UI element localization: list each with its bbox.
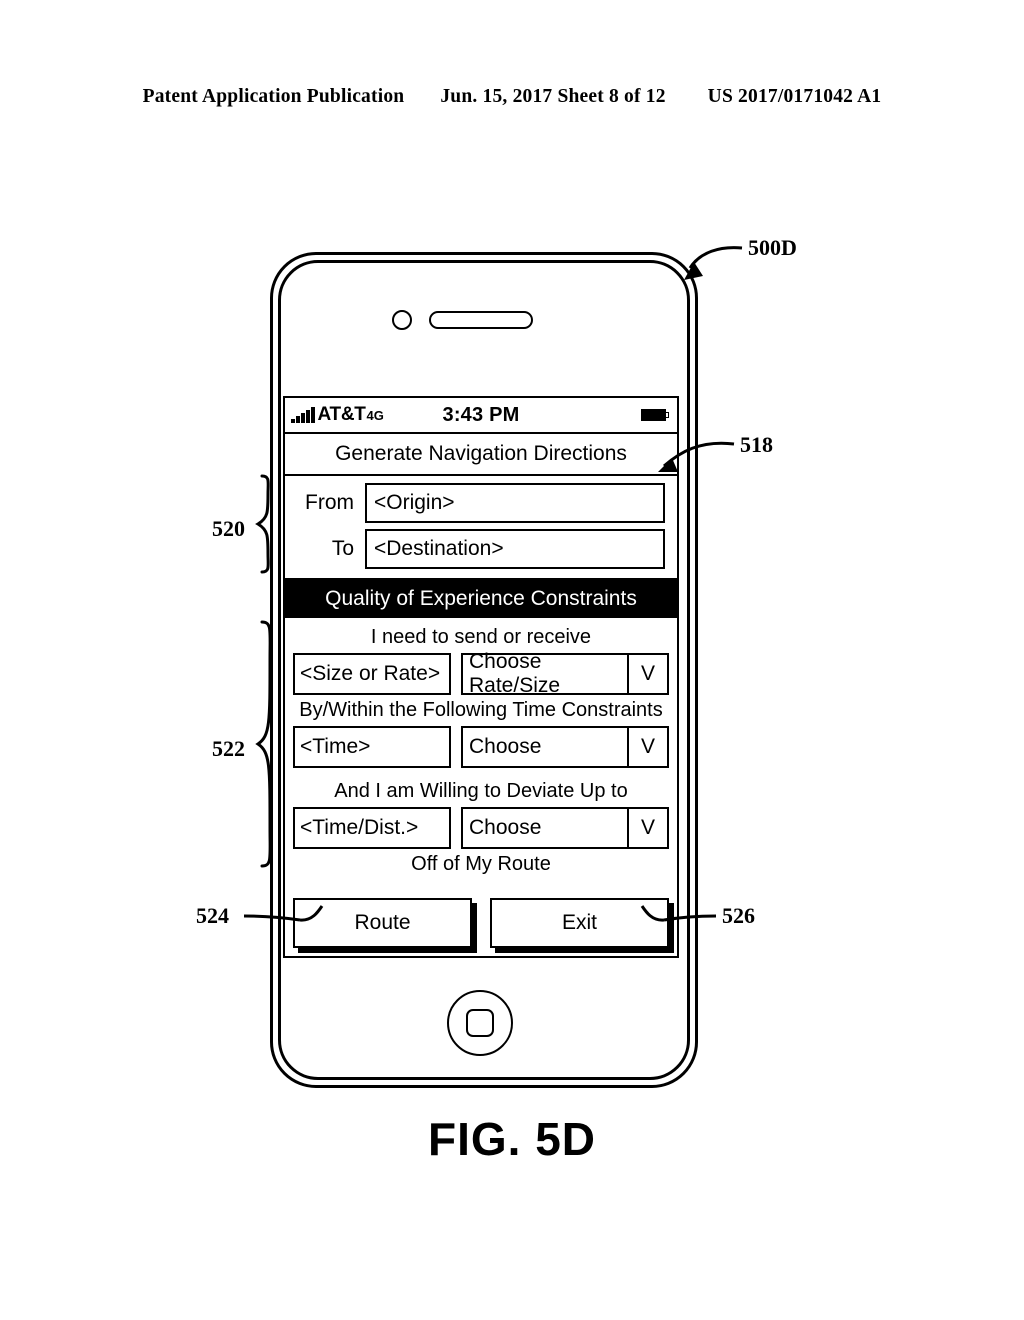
destination-input[interactable]: <Destination> xyxy=(365,529,665,569)
time-select-label: Choose xyxy=(469,735,542,758)
rate-size-select-label: Choose Rate/Size xyxy=(469,650,561,697)
publication-title: Patent Application Publication xyxy=(142,86,405,107)
to-row: To <Destination> xyxy=(293,528,665,570)
publication-header: Patent Application Publication Jun. 15, … xyxy=(0,86,1024,108)
time-row: <Time> Choose V xyxy=(293,726,669,768)
app-title-bar: Generate Navigation Directions xyxy=(285,434,677,476)
ref-524: 524 xyxy=(196,903,229,928)
from-label: From xyxy=(305,491,354,514)
earpiece-speaker-icon xyxy=(429,311,533,329)
publication-number: US 2017/0171042 A1 xyxy=(707,86,882,107)
publication-date-sheet: Jun. 15, 2017 Sheet 8 of 12 xyxy=(440,86,666,107)
rate-size-select[interactable]: Choose Rate/Size V xyxy=(461,650,669,697)
status-bar: AT&T 4G 3:43 PM xyxy=(285,398,677,434)
constraints-group: I need to send or receive <Size or Rate>… xyxy=(285,618,677,894)
ref-500d: 500D xyxy=(748,235,797,260)
from-row: From <Origin> xyxy=(293,482,665,524)
to-label: To xyxy=(331,537,354,560)
deviation-select-label: Choose xyxy=(469,816,542,839)
front-camera-icon xyxy=(392,310,412,330)
off-route-caption: Off of My Route xyxy=(411,853,551,875)
exit-button[interactable]: Exit xyxy=(490,898,669,948)
send-receive-caption: I need to send or receive xyxy=(370,626,592,648)
deviate-caption: And I am Willing to Deviate Up to xyxy=(334,780,628,802)
action-button-bar: Route Exit xyxy=(285,894,677,956)
time-select[interactable]: Choose V xyxy=(461,726,669,768)
ref-522: 522 xyxy=(212,736,245,761)
qoe-section-header-text: Quality of Experience Constraints xyxy=(325,587,637,610)
ref-526: 526 xyxy=(722,903,755,928)
deviation-select[interactable]: Choose V xyxy=(461,807,669,849)
endpoints-group: From <Origin> To <Destination> xyxy=(285,476,677,580)
time-constraints-caption: By/Within the Following Time Constraints xyxy=(299,699,663,721)
app-title-text: Generate Navigation Directions xyxy=(335,442,627,465)
ref-518: 518 xyxy=(740,432,773,457)
size-or-rate-input[interactable]: <Size or Rate> xyxy=(293,653,451,695)
time-input[interactable]: <Time> xyxy=(293,726,451,768)
phone-screen: AT&T 4G 3:43 PM Generate Navigation Dire… xyxy=(283,396,679,958)
time-distance-input[interactable]: <Time/Dist.> xyxy=(293,807,451,849)
qoe-section-header: Quality of Experience Constraints xyxy=(285,580,677,618)
deviation-row: <Time/Dist.> Choose V xyxy=(293,807,669,849)
chevron-down-icon[interactable]: V xyxy=(627,655,667,693)
route-button[interactable]: Route xyxy=(293,898,472,948)
figure-label: FIG. 5D xyxy=(427,1113,597,1165)
size-or-rate-row: <Size or Rate> Choose Rate/Size V xyxy=(293,650,669,697)
origin-input[interactable]: <Origin> xyxy=(365,483,665,523)
home-button-square-icon xyxy=(466,1009,494,1037)
chevron-down-icon[interactable]: V xyxy=(627,728,667,766)
chevron-down-icon[interactable]: V xyxy=(627,809,667,847)
ref-520: 520 xyxy=(212,516,245,541)
status-clock: 3:43 PM xyxy=(442,403,520,426)
row-spacer xyxy=(293,768,669,776)
